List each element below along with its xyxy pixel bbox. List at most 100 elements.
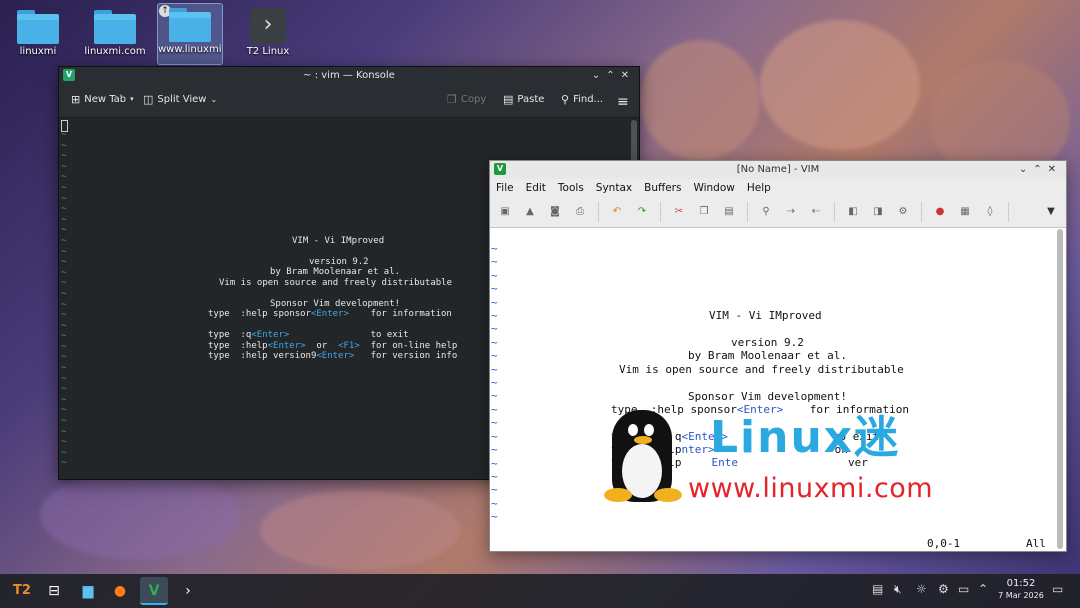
network-icon[interactable]: ▭ <box>958 582 969 596</box>
menu-window[interactable]: Window <box>693 179 734 197</box>
save-all-icon[interactable]: ◙ <box>548 205 562 219</box>
splash-version: version 9.2 <box>731 336 804 349</box>
split-view-icon: ◫ <box>143 93 154 106</box>
copy-button[interactable]: ❐ Copy <box>447 94 486 105</box>
find-label: Find... <box>573 94 604 105</box>
splash-title: VIM - Vi IMproved <box>709 309 822 322</box>
save-session-icon[interactable]: ◨ <box>871 205 885 219</box>
splash-sponsor: Sponsor Vim development! <box>688 390 847 403</box>
watermark-url: www.linuxmi.com <box>688 473 934 504</box>
print-icon[interactable]: ⎙ <box>573 205 587 219</box>
menu-tools[interactable]: Tools <box>558 179 584 197</box>
splash-help-version: type :help version9<Enter> for version i… <box>208 351 458 361</box>
save-icon[interactable]: ▲ <box>523 205 537 219</box>
undo-icon[interactable]: ↶ <box>610 205 624 219</box>
cursor-position: 0,0-1 <box>927 537 961 550</box>
gvim-titlebar[interactable]: V [No Name] - VIM ⌄⌃✕ <box>490 161 1066 179</box>
brightness-icon[interactable]: ☼ <box>916 582 927 596</box>
menu-syntax[interactable]: Syntax <box>596 179 632 197</box>
app-launcher-icon[interactable]: T2 <box>8 577 36 605</box>
splash-license: Vim is open source and freely distributa… <box>619 363 904 376</box>
menu-buffers[interactable]: Buffers <box>644 179 681 197</box>
desktop-icon-linuxmi-com[interactable]: linuxmi.com <box>83 6 147 66</box>
tux-penguin-logo <box>602 410 692 510</box>
paste-button[interactable]: ▤ Paste <box>503 94 544 105</box>
splash-help-online: type :help<Enter> or <F1> for on-line he… <box>208 341 458 351</box>
chevron-down-icon[interactable]: ▼ <box>1044 205 1058 219</box>
close-icon[interactable]: ✕ <box>621 70 635 81</box>
konsole-toolbar: ⊞ New Tab ▾ ◫ Split View ⌄ ❐ Copy ▤ Past… <box>59 85 639 118</box>
copy-icon: ❐ <box>447 93 457 106</box>
scrollbar[interactable] <box>1057 229 1063 549</box>
splash-author: by Bram Moolenaar et al. <box>270 267 401 277</box>
jump-tag-icon[interactable]: ◊ <box>983 205 997 219</box>
splash-help-quit: type :q<Enter> to exit <box>208 330 409 340</box>
menu-help[interactable]: Help <box>747 179 771 197</box>
show-desktop-icon[interactable]: ▭ <box>1052 582 1063 596</box>
splash-title: VIM - Vi IMproved <box>292 236 385 246</box>
taskbar: T2 ⊟ ▆ ● V › ▤ 🔇︎ ☼ ⚙ ▭ ⌃ 01:52 7 Mar 20… <box>0 574 1080 608</box>
search-icon: ⚲ <box>561 93 570 106</box>
desktop-icon-t2-linux[interactable]: › T2 Linux <box>236 6 300 66</box>
tilde-column: ~ ~ ~ ~ ~ ~ ~ ~ ~ ~ ~ ~ ~ ~ ~ ~ ~ ~ ~ ~ ~ <box>491 242 498 524</box>
new-tab-icon: ⊞ <box>71 93 81 106</box>
desktop-icon-www-linuxmi[interactable]: ↑ www.linuxmi. <box>157 3 223 65</box>
collapse-icon[interactable]: ⌄ <box>1019 164 1033 175</box>
terminal-taskbar-icon[interactable]: › <box>174 577 202 605</box>
file-manager-icon[interactable]: ▆ <box>74 577 102 605</box>
menu-file[interactable]: File <box>496 179 514 197</box>
volume-muted-icon[interactable]: 🔇︎ <box>894 582 902 597</box>
chevron-down-icon: ⌄ <box>210 95 218 104</box>
new-tab-button[interactable]: ⊞ New Tab ▾ <box>71 94 134 105</box>
maximize-icon[interactable]: ⌃ <box>1033 164 1047 175</box>
new-tab-label: New Tab <box>84 94 127 105</box>
splash-sponsor: Sponsor Vim development! <box>270 299 401 309</box>
chevron-up-icon[interactable]: ⌃ <box>978 582 988 596</box>
vim-app-icon: V <box>494 163 506 175</box>
firefox-icon[interactable]: ● <box>106 577 134 605</box>
collapse-icon[interactable]: ⌄ <box>592 70 606 81</box>
copy-icon[interactable]: ❐ <box>697 205 711 219</box>
splash-version: version 9.2 <box>309 257 369 267</box>
vim-app-icon: V <box>63 69 75 81</box>
maximize-icon[interactable]: ⌃ <box>606 70 620 81</box>
run-script-icon[interactable]: ⚙ <box>896 205 910 219</box>
redo-icon[interactable]: ↷ <box>635 205 649 219</box>
hamburger-menu-icon[interactable]: ≡ <box>617 94 629 110</box>
make-icon[interactable]: ● <box>933 205 947 219</box>
clock[interactable]: 01:52 7 Mar 2026 <box>996 578 1046 602</box>
desktop-icon-linuxmi[interactable]: linuxmi <box>6 6 70 66</box>
konsole-titlebar[interactable]: V ~ : vim — Konsole ⌄⌃✕ <box>59 67 639 85</box>
run-ctags-icon[interactable]: ▦ <box>958 205 972 219</box>
terminal-icon: › <box>250 8 286 44</box>
open-icon[interactable]: ▣ <box>498 205 512 219</box>
paste-label: Paste <box>517 94 545 105</box>
close-icon[interactable]: ✕ <box>1048 164 1062 175</box>
menu-edit[interactable]: Edit <box>526 179 546 197</box>
clock-time: 01:52 <box>1006 578 1036 589</box>
desktop-icon-label: linuxmi <box>19 46 57 57</box>
paste-icon[interactable]: ▤ <box>722 205 736 219</box>
clock-date: 7 Mar 2026 <box>998 591 1044 600</box>
scroll-position: All <box>1026 537 1046 550</box>
desktop-icon-label: www.linuxmi. <box>158 44 222 55</box>
desktop-icon-label: T2 Linux <box>246 46 290 57</box>
split-view-button[interactable]: ◫ Split View ⌄ <box>143 94 217 105</box>
cut-icon[interactable]: ✂ <box>672 205 686 219</box>
paste-icon: ▤ <box>503 93 514 106</box>
splash-license: Vim is open source and freely distributa… <box>219 278 452 288</box>
find-prev-icon[interactable]: ⇠ <box>809 205 823 219</box>
tilde-column: ~ ~ ~ ~ ~ ~ ~ ~ ~ ~ ~ ~ ~ ~ ~ ~ ~ ~ ~ ~ ~ ~ ~ ~ ~ ~ ~ ~ ~ ~ ~ ~ <box>61 130 67 469</box>
find-button[interactable]: ⚲ Find... <box>561 94 603 105</box>
find-next-icon[interactable]: ⇢ <box>784 205 798 219</box>
load-session-icon[interactable]: ◧ <box>846 205 860 219</box>
clipboard-icon[interactable]: ▤ <box>872 582 883 596</box>
find-replace-icon[interactable]: ⚲ <box>759 205 773 219</box>
menu-bar: File Edit Tools Syntax Buffers Window He… <box>490 179 1066 197</box>
vim-taskbar-icon[interactable]: V <box>140 577 168 605</box>
settings-icon[interactable]: ⚙ <box>938 582 949 596</box>
gvim-toolbar: ▣ ▲ ◙ ⎙ ↶ ↷ ✂ ❐ ▤ ⚲ ⇢ ⇠ ◧ ◨ ⚙ ● ▦ ◊ ▼ <box>490 197 1066 228</box>
pager-icon[interactable]: ⊟ <box>40 577 68 605</box>
copy-label: Copy <box>460 94 487 105</box>
window-title: [No Name] - VIM <box>736 164 820 175</box>
